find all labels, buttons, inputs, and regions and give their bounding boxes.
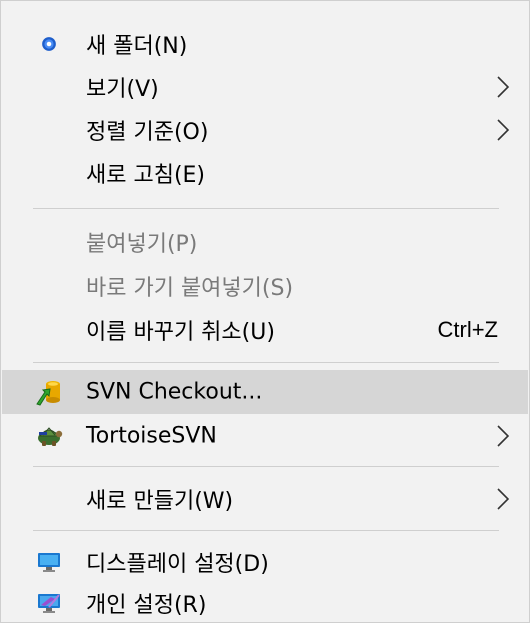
menu-item-label: 바로 가기 붙여넣기(S) xyxy=(86,275,294,301)
menu-item-undo-rename[interactable]: 이름 바꾸기 취소(U) Ctrl+Z xyxy=(2,308,528,351)
menu-item-label: 보기(V) xyxy=(86,76,159,102)
menu-item-label: TortoiseSVN xyxy=(86,423,217,448)
personalize-icon xyxy=(38,594,60,613)
menu-item-label: 붙여넣기(P) xyxy=(86,231,198,257)
menu-item-label: SVN Checkout... xyxy=(86,379,263,405)
menu-item-label: 개인 설정(R) xyxy=(86,593,207,618)
menu-item-personalize[interactable]: 개인 설정(R) xyxy=(2,583,528,623)
menu-item-paste[interactable]: 붙여넣기(P) xyxy=(2,220,528,263)
chevron-right-icon xyxy=(497,487,510,510)
menu-item-label: 디스플레이 설정(D) xyxy=(86,551,269,577)
menu-item-sort-by[interactable]: 정렬 기준(O) xyxy=(2,108,528,151)
menu-separator xyxy=(33,208,499,209)
menu-item-label: 정렬 기준(O) xyxy=(86,119,209,145)
tortoisesvn-icon xyxy=(38,426,63,446)
menu-item-display-settings[interactable]: 디스플레이 설정(D) xyxy=(2,540,528,583)
menu-separator xyxy=(33,362,499,363)
menu-item-shortcut: Ctrl+Z xyxy=(437,316,499,342)
menu-item-svn-checkout[interactable]: SVN Checkout... xyxy=(2,370,528,414)
context-menu: 새 폴더(N) 보기(V) 정렬 기준(O) 새로 고침(E) 붙여넣기(P) … xyxy=(0,0,530,623)
menu-separator xyxy=(33,466,499,467)
menu-item-new-folder[interactable]: 새 폴더(N) xyxy=(2,22,528,65)
display-settings-icon xyxy=(38,552,60,572)
menu-item-label: 새로 고침(E) xyxy=(86,162,206,188)
chevron-right-icon xyxy=(497,118,510,141)
menu-item-label: 새로 만들기(W) xyxy=(86,488,234,514)
radio-dot-icon xyxy=(42,36,56,51)
menu-item-label: 이름 바꾸기 취소(U) xyxy=(86,319,275,345)
menu-item-paste-shortcut[interactable]: 바로 가기 붙여넣기(S) xyxy=(2,264,528,307)
svn-checkout-icon xyxy=(36,381,60,406)
menu-separator xyxy=(33,530,499,531)
menu-item-refresh[interactable]: 새로 고침(E) xyxy=(2,151,528,194)
menu-item-tortoisesvn[interactable]: TortoiseSVN xyxy=(2,414,528,457)
chevron-right-icon xyxy=(497,75,510,98)
chevron-right-icon xyxy=(497,424,510,447)
menu-item-label: 새 폴더(N) xyxy=(86,33,188,59)
menu-item-view[interactable]: 보기(V) xyxy=(2,65,528,108)
menu-item-new[interactable]: 새로 만들기(W) xyxy=(2,477,528,520)
